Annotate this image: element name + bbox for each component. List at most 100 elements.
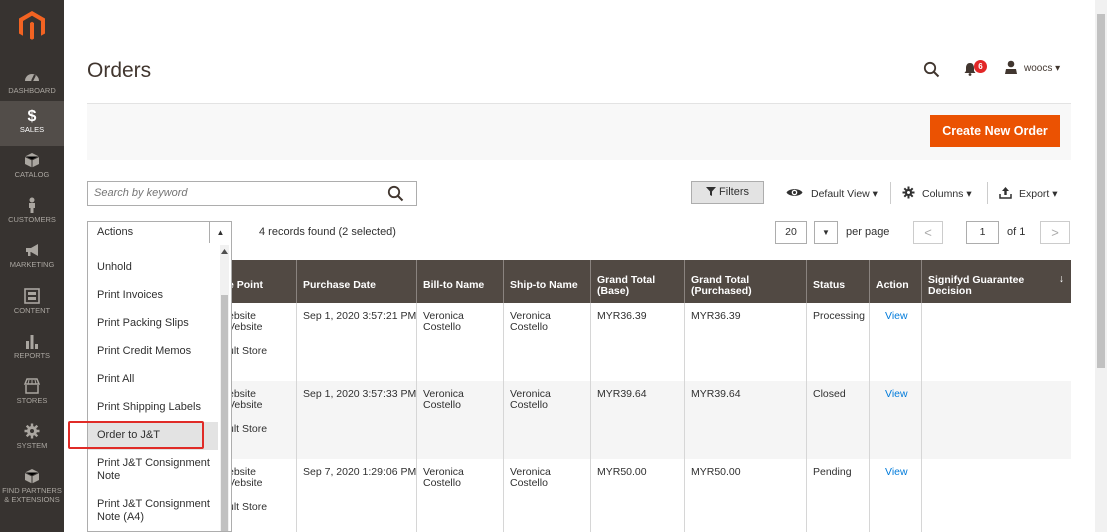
columns-dropdown[interactable]: Columns ▾	[922, 188, 972, 200]
column-header-label: Grand Total (Base)	[597, 273, 656, 297]
nav-label: SALES	[19, 125, 45, 134]
nav-label: FIND PARTNERS	[2, 486, 62, 495]
admin-sidebar: DASHBOARD $ SALES CATALOG CUSTOMERS MARK…	[0, 0, 64, 532]
nav-label: MARKETING	[9, 260, 55, 269]
nav-system[interactable]: SYSTEM	[0, 417, 64, 462]
column-header-purchase-date[interactable]: Purchase Date	[296, 260, 416, 303]
cell-ship-to-name: Veronica Costello	[510, 310, 551, 333]
nav-label: & EXTENSIONS	[4, 495, 60, 504]
current-page-input[interactable]: 1	[966, 221, 999, 244]
nav-find-partners[interactable]: FIND PARTNERS & EXTENSIONS	[0, 462, 64, 512]
view-link[interactable]: View	[879, 311, 908, 322]
menu-item-print-packing-slips[interactable]: Print Packing Slips	[88, 317, 218, 330]
gear-icon	[24, 423, 40, 439]
search-input[interactable]	[94, 187, 374, 199]
magento-logo-icon[interactable]	[19, 11, 45, 41]
cell-purchase-date: Sep 1, 2020 3:57:21 PM	[303, 310, 417, 322]
user-icon[interactable]	[1004, 60, 1018, 75]
nav-label: SYSTEM	[16, 441, 48, 450]
menu-item-print-jt-consignment-note[interactable]: Print J&T Consignment Note	[88, 457, 218, 483]
records-found-text: 4 records found (2 selected)	[259, 226, 396, 238]
export-dropdown[interactable]: Export ▾	[1019, 188, 1058, 200]
search-icon[interactable]	[387, 185, 404, 202]
view-link[interactable]: View	[879, 467, 908, 478]
nav-sales[interactable]: $ SALES	[0, 101, 64, 146]
cell-purchase-date: Sep 7, 2020 1:29:06 PM	[303, 466, 417, 478]
mass-actions-dropdown: Unhold Print Invoices Print Packing Slip…	[87, 243, 232, 532]
bar-chart-icon	[26, 335, 38, 349]
dropdown-scrollbar-thumb[interactable]	[221, 295, 228, 531]
nav-label: CUSTOMERS	[8, 215, 56, 224]
scroll-up-arrow-icon[interactable]	[221, 249, 228, 254]
sort-arrow-icon: ↓	[1058, 273, 1064, 285]
column-header-label: e Point	[228, 279, 264, 291]
column-header-grand-total-purchased[interactable]: Grand Total (Purchased)	[684, 260, 806, 303]
menu-item-print-invoices[interactable]: Print Invoices	[88, 289, 218, 302]
search-icon[interactable]	[923, 61, 940, 78]
table-row[interactable]: ebsite Vebsite ult Store Sep 1, 2020 3:57:…	[222, 381, 1071, 459]
next-page-button[interactable]: >	[1040, 221, 1070, 244]
cell-grand-total-purchased: MYR50.00	[691, 466, 741, 478]
menu-item-print-all[interactable]: Print All	[88, 373, 218, 386]
nav-reports[interactable]: REPORTS	[0, 327, 64, 372]
nav-catalog[interactable]: CATALOG	[0, 146, 64, 191]
caret-down-icon[interactable]: ▼	[814, 221, 838, 244]
filters-button[interactable]: Filters	[691, 181, 764, 204]
column-header-ship-to-name[interactable]: Ship-to Name	[503, 260, 590, 303]
page-title: Orders	[87, 59, 152, 82]
user-menu[interactable]: woocs ▾	[1024, 63, 1060, 74]
toolbar-divider	[890, 182, 891, 204]
cell-ship-to-name: Veronica Costello	[510, 466, 551, 489]
nav-content[interactable]: CONTENT	[0, 282, 64, 327]
person-icon	[29, 197, 35, 213]
orders-grid-header: e Point Purchase Date Bill-to Name Ship-…	[222, 260, 1071, 303]
column-header-status[interactable]: Status	[806, 260, 869, 303]
content-icon	[24, 288, 40, 304]
column-header-grand-total-base[interactable]: Grand Total (Base)	[590, 260, 684, 303]
dashboard-icon	[25, 74, 39, 82]
create-new-order-button[interactable]: Create New Order	[930, 115, 1060, 147]
nav-stores[interactable]: STORES	[0, 372, 64, 417]
column-header-signifyd[interactable]: Signifyd Guarantee Decision ↓	[921, 260, 1071, 303]
mass-actions-value: Actions	[97, 226, 134, 238]
cell-status: Pending	[813, 466, 852, 478]
table-row[interactable]: ebsite Vebsite ult Store Sep 1, 2020 3:57:…	[222, 303, 1071, 381]
menu-item-print-shipping-labels[interactable]: Print Shipping Labels	[88, 401, 218, 414]
cell-grand-total-purchased: MYR39.64	[691, 388, 741, 400]
column-header-action[interactable]: Action	[869, 260, 921, 303]
column-header-label: Action	[876, 279, 909, 291]
nav-marketing[interactable]: MARKETING	[0, 236, 64, 281]
notification-count-badge[interactable]: 6	[974, 60, 987, 73]
column-header-label: Ship-to Name	[510, 279, 578, 291]
dropdown-scrollbar[interactable]	[220, 245, 229, 531]
nav-customers[interactable]: CUSTOMERS	[0, 191, 64, 236]
nav-label: DASHBOARD	[8, 86, 56, 95]
previous-page-button[interactable]: <	[913, 221, 943, 244]
page-scrollbar-thumb[interactable]	[1097, 14, 1105, 368]
eye-icon	[786, 189, 803, 196]
cell-grand-total-base: MYR39.64	[597, 388, 647, 400]
megaphone-icon	[26, 244, 38, 256]
menu-item-print-credit-memos[interactable]: Print Credit Memos	[88, 345, 218, 358]
cell-grand-total-base: MYR50.00	[597, 466, 647, 478]
column-header-label: Bill-to Name	[423, 279, 485, 291]
menu-item-print-jt-consignment-note-a4[interactable]: Print J&T Consignment Note (A4)	[88, 498, 218, 524]
caret-up-icon[interactable]: ▲	[209, 222, 231, 243]
column-header-purchase-point[interactable]: e Point	[222, 260, 296, 303]
page-scrollbar[interactable]	[1095, 0, 1107, 532]
nav-label: CATALOG	[14, 170, 50, 179]
mass-actions-select[interactable]: Actions ▲	[87, 221, 232, 244]
box-icon	[24, 153, 40, 168]
default-view-dropdown[interactable]: Default View ▾	[811, 188, 878, 200]
cell-purchase-date: Sep 1, 2020 3:57:33 PM	[303, 388, 417, 400]
svg-text:$: $	[28, 108, 37, 123]
per-page-value[interactable]: 20	[775, 221, 807, 244]
cell-bill-to-name: Veronica Costello	[423, 466, 464, 489]
view-link[interactable]: View	[879, 389, 908, 400]
table-row[interactable]: ebsite Vebsite ult Store Sep 7, 2020 1:29:…	[222, 459, 1071, 532]
menu-item-unhold[interactable]: Unhold	[88, 261, 218, 274]
column-header-bill-to-name[interactable]: Bill-to Name	[416, 260, 503, 303]
cell-grand-total-base: MYR36.39	[597, 310, 647, 322]
upload-icon	[999, 187, 1012, 199]
page-actions-bar	[87, 103, 1071, 160]
